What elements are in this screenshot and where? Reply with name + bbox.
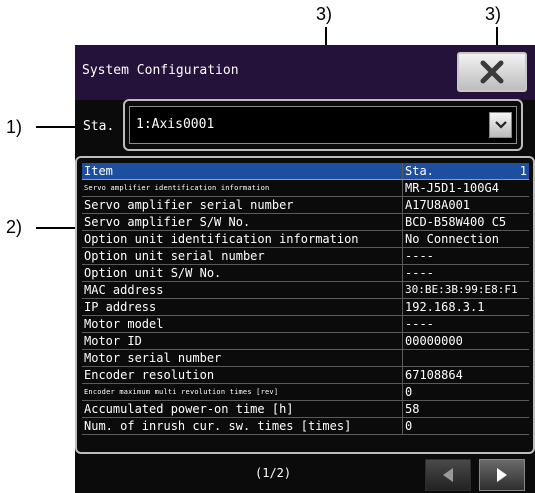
- row-value: 67108864: [405, 368, 463, 382]
- row-value: No Connection: [405, 232, 499, 246]
- info-table-frame: Item Sta. 1 Servo amplifier identificati…: [75, 156, 535, 454]
- table-row[interactable]: Option unit serial number ----: [82, 248, 529, 265]
- table-row[interactable]: IP address 192.168.3.1: [82, 299, 529, 316]
- station-selected-value: 1:Axis0001: [136, 117, 215, 132]
- header-sta-number: 1: [519, 164, 527, 178]
- row-item: Servo amplifier identification informati…: [82, 180, 403, 196]
- title-bar: System Configuration: [75, 45, 535, 100]
- triangle-right-icon: [497, 468, 507, 482]
- row-item: Option unit identification information: [82, 231, 403, 247]
- prev-page-button[interactable]: [425, 459, 471, 491]
- row-value: 30:BE:3B:99:E8:F1: [405, 283, 518, 296]
- row-value: MR-J5D1-100G4: [405, 181, 499, 195]
- info-table: Item Sta. 1 Servo amplifier identificati…: [82, 163, 529, 435]
- table-header-row: Item Sta. 1: [82, 163, 529, 180]
- next-page-button[interactable]: [479, 459, 525, 491]
- station-select-field[interactable]: 1:Axis0001: [129, 106, 517, 144]
- table-row[interactable]: Accumulated power-on time [h] 58: [82, 401, 529, 418]
- chevron-down-icon: [494, 121, 507, 129]
- row-item: Servo amplifier S/W No.: [82, 214, 403, 230]
- table-row[interactable]: Num. of inrush cur. sw. times [times] 0: [82, 418, 529, 435]
- row-value: 192.168.3.1: [405, 300, 485, 314]
- row-value: BCD-B58W400 C5: [405, 215, 507, 229]
- row-item: Servo amplifier serial number: [82, 197, 403, 213]
- row-value: ----: [405, 266, 434, 280]
- row-value: A17U8A001: [405, 198, 471, 212]
- station-select[interactable]: 1:Axis0001: [123, 99, 523, 151]
- table-row[interactable]: Option unit S/W No. ----: [82, 265, 529, 282]
- leader-line-2: [36, 227, 78, 229]
- close-button[interactable]: [457, 52, 527, 92]
- header-sta: Sta. 1: [403, 163, 529, 179]
- row-item: Option unit serial number: [82, 248, 403, 264]
- row-item: Accumulated power-on time [h]: [82, 401, 403, 417]
- table-row[interactable]: Servo amplifier serial number A17U8A001: [82, 197, 529, 214]
- callout-3-left: 3): [316, 4, 333, 24]
- row-value: 58: [405, 402, 420, 416]
- table-row[interactable]: Encoder resolution 67108864: [82, 367, 529, 384]
- row-item: Encoder maximum multi revolution times […: [82, 384, 403, 400]
- row-item: IP address: [82, 299, 403, 315]
- table-row[interactable]: Option unit identification information N…: [82, 231, 529, 248]
- hmi-screen: System Configuration Sta. 1:Axis0001 Ite…: [75, 45, 535, 493]
- row-item: Motor model: [82, 316, 403, 332]
- pager-bar: (1/2): [75, 456, 535, 493]
- row-value: 0: [405, 419, 413, 433]
- header-item: Item: [82, 163, 403, 179]
- row-value: 0: [405, 385, 413, 399]
- row-item: Num. of inrush cur. sw. times [times]: [82, 418, 403, 434]
- table-row[interactable]: Motor ID 00000000: [82, 333, 529, 350]
- table-row[interactable]: Motor model ----: [82, 316, 529, 333]
- station-label: Sta.: [83, 119, 115, 134]
- table-row[interactable]: Encoder maximum multi revolution times […: [82, 384, 529, 401]
- triangle-left-icon: [443, 468, 453, 482]
- table-row[interactable]: Servo amplifier S/W No. BCD-B58W400 C5: [82, 214, 529, 231]
- row-value: ----: [405, 249, 434, 263]
- station-dropdown-button[interactable]: [489, 112, 512, 138]
- leader-line-1: [36, 126, 78, 128]
- row-item: Option unit S/W No.: [82, 265, 403, 281]
- callout-2: 2): [6, 217, 23, 237]
- row-value: [403, 350, 529, 366]
- row-item: MAC address: [82, 282, 403, 298]
- close-x-icon: [480, 60, 504, 84]
- table-row[interactable]: MAC address 30:BE:3B:99:E8:F1: [82, 282, 529, 299]
- table-row[interactable]: Servo amplifier identification informati…: [82, 180, 529, 197]
- window-title: System Configuration: [82, 63, 239, 78]
- row-item: Encoder resolution: [82, 367, 403, 383]
- page-indicator: (1/2): [255, 466, 292, 480]
- row-item: Motor serial number: [82, 350, 403, 366]
- header-sta-label: Sta.: [405, 164, 434, 178]
- table-row[interactable]: Motor serial number: [82, 350, 529, 367]
- row-item: Motor ID: [82, 333, 403, 349]
- callout-3-right: 3): [485, 4, 502, 24]
- callout-1: 1): [6, 117, 23, 137]
- row-value: ----: [405, 317, 434, 331]
- row-value: 00000000: [405, 334, 463, 348]
